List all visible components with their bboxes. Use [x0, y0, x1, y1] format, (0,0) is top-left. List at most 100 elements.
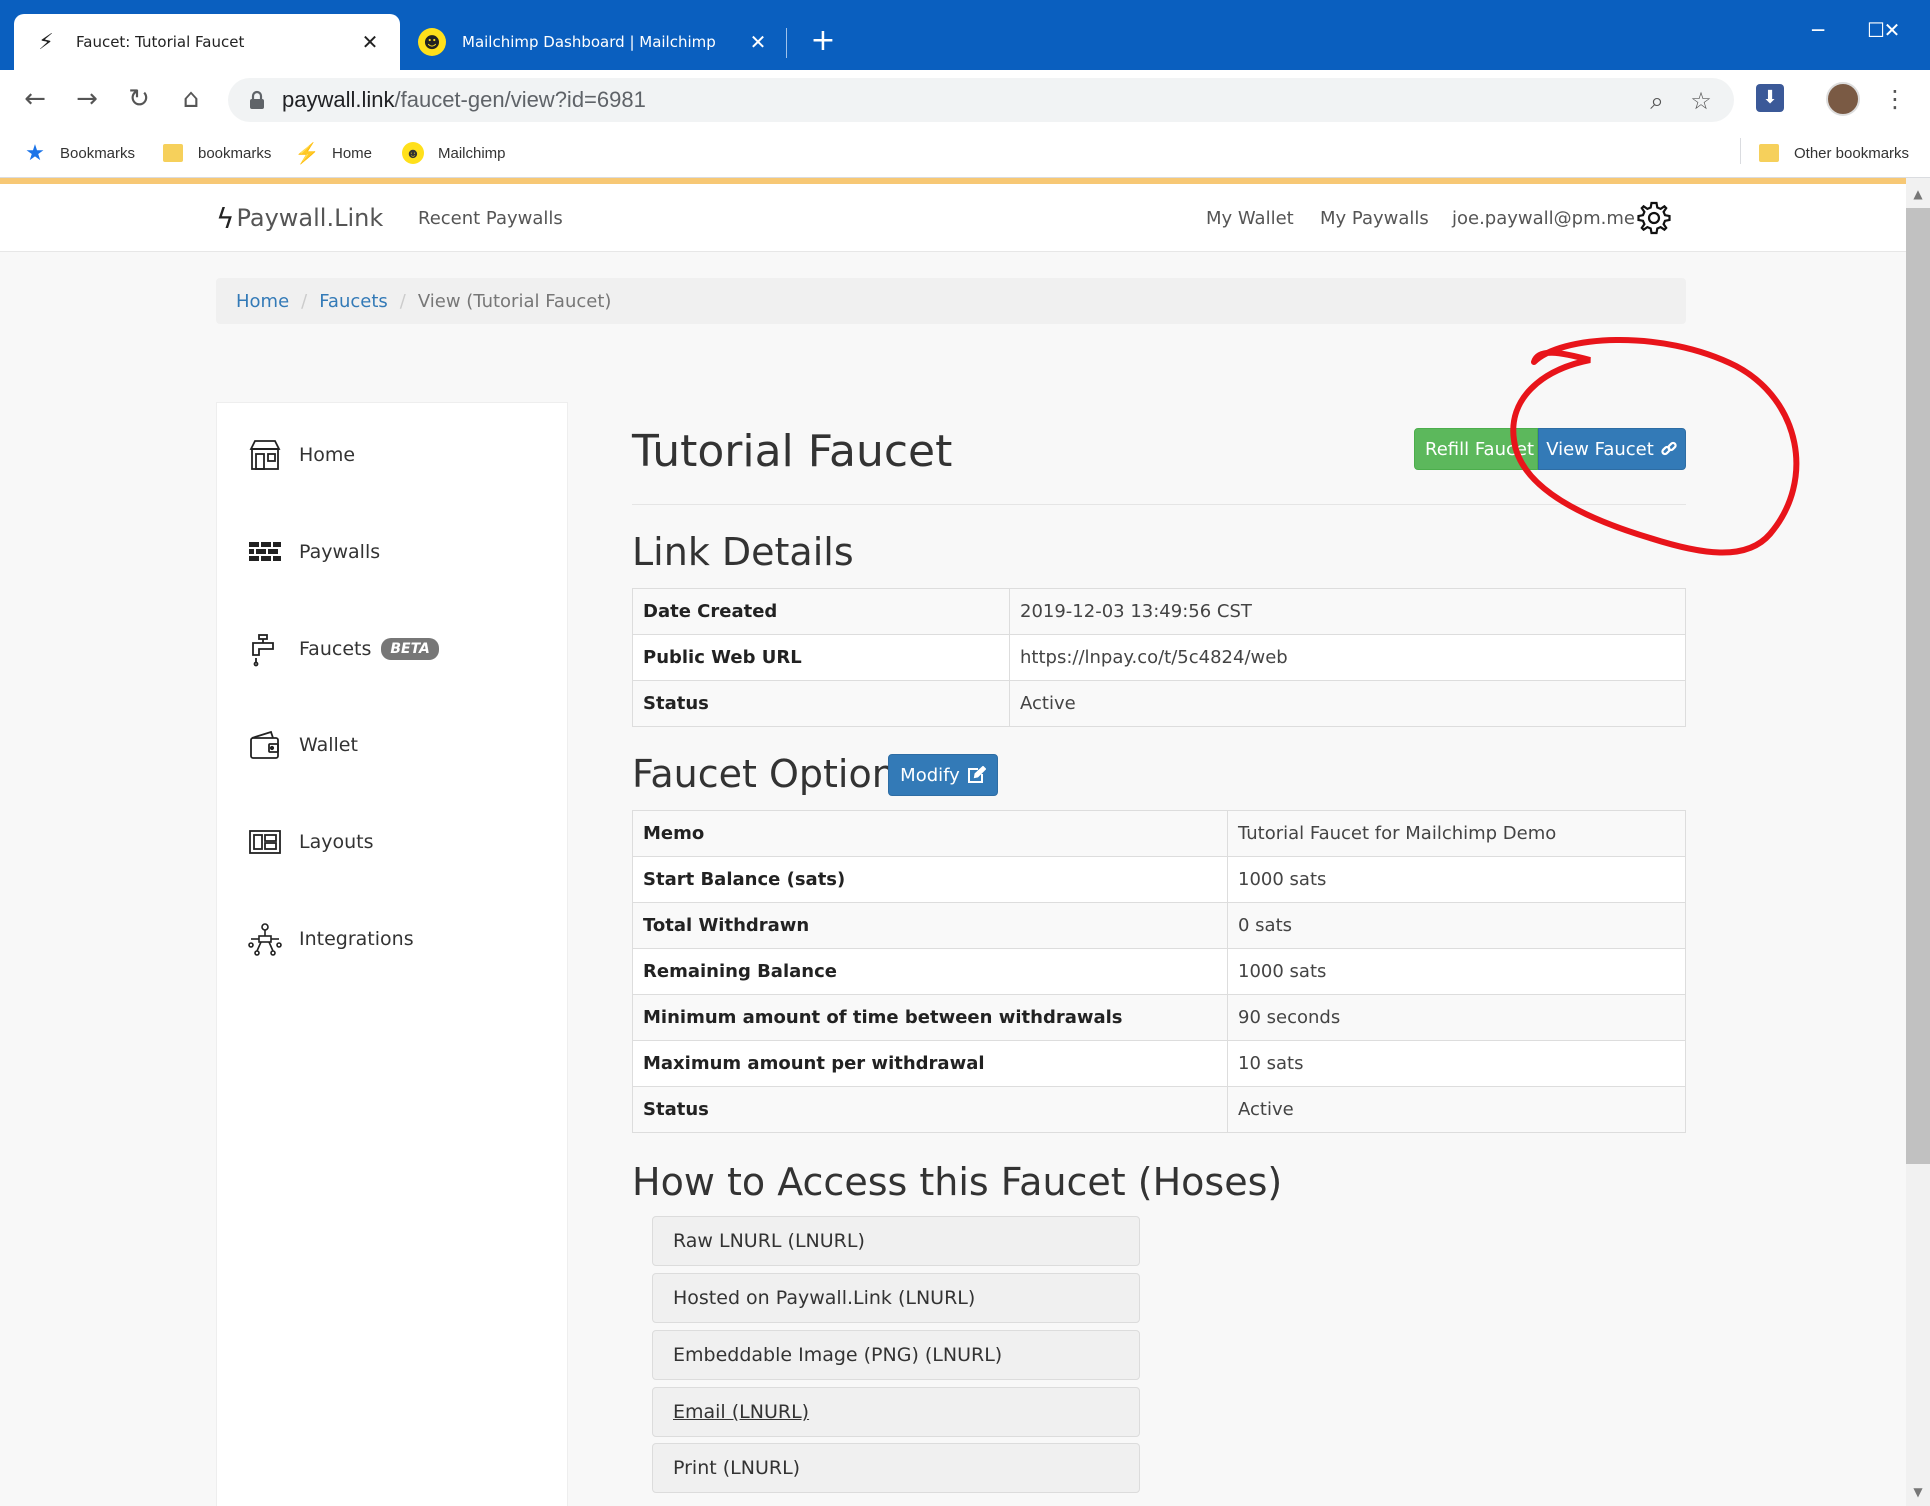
- table-row: Date Created 2019-12-03 13:49:56 CST: [632, 588, 1686, 635]
- hose-label: Print (LNURL): [673, 1457, 801, 1479]
- bookmark-item-folder[interactable]: bookmarks: [162, 138, 271, 168]
- close-tab-icon[interactable]: ✕: [358, 30, 382, 54]
- edit-icon: [967, 766, 986, 783]
- hose-label: Raw LNURL (LNURL): [673, 1230, 865, 1252]
- gear-icon[interactable]: [1636, 200, 1672, 236]
- modify-button[interactable]: Modify: [888, 754, 998, 796]
- bookmark-label: Home: [332, 144, 373, 162]
- hose-label: Embeddable Image (PNG) (LNURL): [673, 1344, 1003, 1366]
- bookmark-item-bookmarks[interactable]: ★ Bookmarks: [24, 138, 135, 168]
- mailchimp-favicon: ☻: [402, 142, 424, 164]
- row-value: 90 seconds: [1227, 994, 1686, 1041]
- scrollbar-thumb[interactable]: [1906, 208, 1930, 1164]
- table-row: Total Withdrawn 0 sats: [632, 902, 1686, 949]
- sidebar-item-layouts[interactable]: Layouts: [247, 822, 374, 862]
- row-value: 1000 sats: [1227, 856, 1686, 903]
- hose-label: Email (LNURL): [673, 1401, 810, 1423]
- bookmark-item-mailchimp[interactable]: ☻ Mailchimp: [402, 138, 506, 168]
- forward-icon[interactable]: →: [68, 80, 106, 118]
- sidebar-item-label: Paywalls: [299, 541, 381, 563]
- hose-email-lnurl[interactable]: Email (LNURL): [652, 1387, 1140, 1437]
- nav-my-wallet[interactable]: My Wallet: [1206, 208, 1294, 229]
- table-row: Start Balance (sats) 1000 sats: [632, 856, 1686, 903]
- close-tab-icon[interactable]: ✕: [746, 30, 770, 54]
- url-host: paywall.link: [282, 87, 395, 112]
- row-key: Status: [632, 1086, 1228, 1133]
- breadcrumb-separator: /: [301, 290, 308, 312]
- hose-print-lnurl[interactable]: Print (LNURL): [652, 1443, 1140, 1493]
- hose-hosted-lnurl[interactable]: Hosted on Paywall.Link (LNURL): [652, 1273, 1140, 1323]
- url-text: paywall.link/faucet-gen/view?id=6981: [282, 87, 646, 113]
- wallet-icon: [250, 730, 279, 759]
- page-title: Tutorial Faucet: [632, 426, 953, 477]
- new-tab-icon[interactable]: +: [806, 24, 840, 58]
- breadcrumb: Home / Faucets / View (Tutorial Faucet): [216, 278, 1686, 324]
- sidebar-item-integrations[interactable]: Integrations: [247, 919, 414, 959]
- refill-faucet-label: Refill Faucet: [1425, 438, 1535, 460]
- profile-avatar[interactable]: [1826, 82, 1860, 116]
- link-details-table: Date Created 2019-12-03 13:49:56 CST Pub…: [632, 588, 1686, 727]
- hose-embeddable-image[interactable]: Embeddable Image (PNG) (LNURL): [652, 1330, 1140, 1380]
- nav-recent-paywalls[interactable]: Recent Paywalls: [418, 208, 563, 229]
- row-value: 0 sats: [1227, 902, 1686, 949]
- row-key: Remaining Balance: [632, 948, 1228, 995]
- table-row: Maximum amount per withdrawal 10 sats: [632, 1040, 1686, 1087]
- bookmark-label: Other bookmarks: [1794, 144, 1910, 162]
- refill-faucet-button[interactable]: Refill Faucet: [1414, 428, 1538, 470]
- window-close-icon[interactable]: ✕: [1862, 10, 1922, 50]
- link-icon: [1661, 441, 1677, 456]
- table-row: Remaining Balance 1000 sats: [632, 948, 1686, 995]
- back-icon[interactable]: ←: [16, 80, 54, 118]
- tab-mailchimp[interactable]: ☻ Mailchimp Dashboard | Mailchimp ✕: [400, 14, 788, 70]
- minimize-icon[interactable]: ─: [1788, 10, 1848, 50]
- sidebar-item-faucets[interactable]: Faucets BETA: [247, 629, 439, 669]
- table-row: Status Active: [632, 680, 1686, 727]
- sidebar-item-paywalls[interactable]: Paywalls: [247, 532, 380, 572]
- sidebar-item-home[interactable]: Home: [247, 435, 355, 475]
- bookmark-star-icon[interactable]: ☆: [1686, 86, 1716, 116]
- row-value: 10 sats: [1227, 1040, 1686, 1087]
- menu-icon[interactable]: ⋮: [1882, 80, 1908, 118]
- home-icon[interactable]: ⌂: [172, 80, 210, 118]
- scroll-up-icon[interactable]: ▲: [1906, 182, 1930, 206]
- row-key: Minimum amount of time between withdrawa…: [632, 994, 1228, 1041]
- row-key: Status: [632, 680, 1010, 727]
- bookmark-label: Mailchimp: [438, 144, 506, 162]
- sidebar-item-wallet[interactable]: Wallet: [247, 725, 358, 765]
- brand-name: Paywall.Link: [236, 204, 384, 232]
- reload-icon[interactable]: ↻: [120, 80, 158, 118]
- address-bar[interactable]: paywall.link/faucet-gen/view?id=6981 ⌕ ☆: [228, 78, 1734, 122]
- brand-logo[interactable]: ϟ Paywall.Link: [216, 200, 383, 236]
- scroll-down-icon[interactable]: ▼: [1906, 1480, 1930, 1504]
- tab-title: Mailchimp Dashboard | Mailchimp: [462, 33, 716, 51]
- sidebar-item-label: Integrations: [299, 928, 414, 950]
- sidebar-item-label: Faucets: [299, 638, 372, 660]
- nav-my-paywalls[interactable]: My Paywalls: [1320, 208, 1429, 229]
- breadcrumb-home[interactable]: Home: [236, 291, 289, 312]
- tab-title: Faucet: Tutorial Faucet: [76, 33, 245, 51]
- url-path: /faucet-gen/view?id=6981: [394, 87, 646, 112]
- row-key: Total Withdrawn: [632, 902, 1228, 949]
- breadcrumb-current: View (Tutorial Faucet): [417, 290, 612, 312]
- breadcrumb-faucets[interactable]: Faucets: [319, 291, 388, 312]
- browser-titlebar: ⚡ Faucet: Tutorial Faucet ✕ ☻ Mailchimp …: [0, 0, 1930, 70]
- row-value: 1000 sats: [1227, 948, 1686, 995]
- row-value: Active: [1227, 1086, 1686, 1133]
- bookmark-label: bookmarks: [198, 144, 272, 162]
- integrations-icon: [248, 923, 282, 956]
- mailchimp-favicon: ☻: [418, 28, 446, 56]
- nav-user-email[interactable]: joe.paywall@pm.me: [1452, 208, 1635, 229]
- zoom-icon[interactable]: ⌕: [1642, 86, 1672, 116]
- download-extension-icon[interactable]: ⬇: [1756, 84, 1784, 112]
- sidebar: Home Paywalls Faucets BETA Wallet Layout…: [216, 402, 568, 1506]
- tab-faucet[interactable]: ⚡ Faucet: Tutorial Faucet ✕: [14, 14, 400, 70]
- table-row: Memo Tutorial Faucet for Mailchimp Demo: [632, 810, 1686, 857]
- layout-icon: [249, 830, 281, 854]
- beta-badge: BETA: [381, 638, 439, 660]
- hose-label: Hosted on Paywall.Link (LNURL): [673, 1287, 976, 1309]
- sidebar-item-label: Layouts: [299, 831, 374, 853]
- bookmark-item-home[interactable]: ⚡ Home: [295, 138, 373, 168]
- view-faucet-button[interactable]: View Faucet: [1538, 428, 1686, 470]
- hose-raw-lnurl[interactable]: Raw LNURL (LNURL): [652, 1216, 1140, 1266]
- bookmark-item-other[interactable]: Other bookmarks: [1758, 138, 1909, 168]
